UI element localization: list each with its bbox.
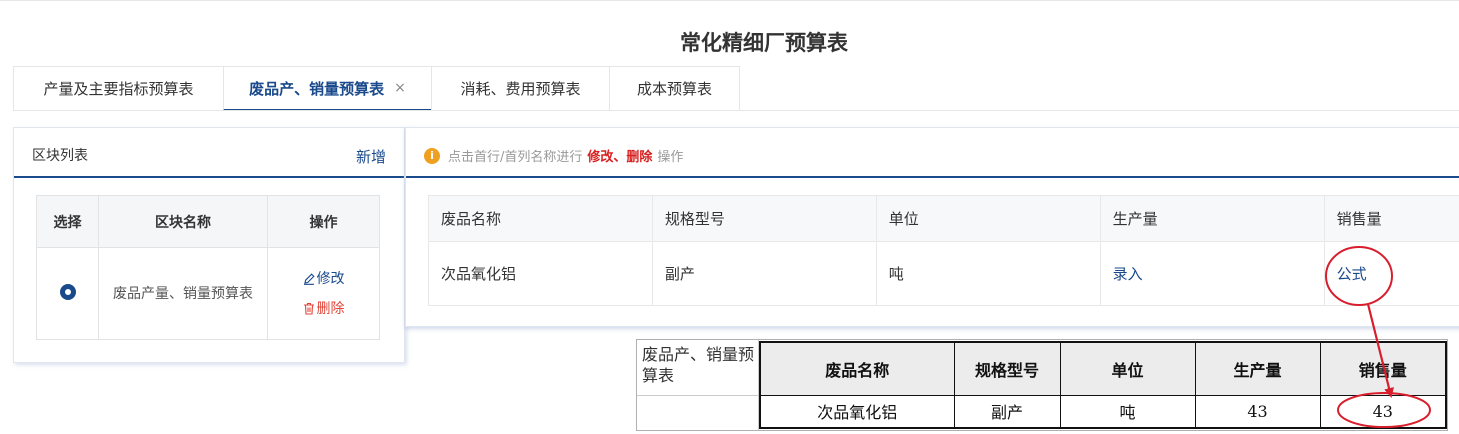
waste-name-cell[interactable]: 次品氧化铝 bbox=[428, 241, 653, 306]
excel-header-waste-name: 废品名称 bbox=[759, 341, 955, 396]
column-header-select: 选择 bbox=[36, 195, 99, 248]
table-row: 次品氧化铝 副产 吨 43 43 bbox=[759, 394, 1447, 429]
row-radio-selected[interactable] bbox=[59, 283, 76, 300]
spec-cell: 副产 bbox=[651, 241, 877, 306]
delete-button[interactable]: 删除 bbox=[268, 294, 379, 324]
column-header-block-name: 区块名称 bbox=[98, 195, 268, 248]
tabs-divider bbox=[13, 110, 1459, 111]
add-block-button[interactable]: 新增 bbox=[356, 146, 386, 167]
block-list-table: 选择 区块名称 操作 废品产量、销量预算表 修改 删除 bbox=[36, 195, 380, 340]
tab-production-indicators[interactable]: 产量及主要指标预算表 bbox=[13, 66, 223, 111]
unit-cell: 吨 bbox=[875, 241, 1101, 306]
excel-preview-table: 废品名称 规格型号 单位 生产量 销售量 次品氧化铝 副产 吨 43 43 bbox=[759, 341, 1447, 429]
block-list-panel: 区块列表 新增 选择 区块名称 操作 废品产量、销量预算表 修改 删除 bbox=[13, 127, 405, 363]
page-title: 常化精细厂预算表 bbox=[680, 31, 848, 55]
excel-spec-cell: 副产 bbox=[953, 394, 1061, 429]
close-icon[interactable]: × bbox=[394, 80, 406, 96]
production-input-link[interactable]: 录入 bbox=[1113, 265, 1143, 283]
excel-preview-label: 废品产、销量预算表 bbox=[642, 345, 755, 385]
column-header-sales[interactable]: 销售量 bbox=[1323, 195, 1459, 242]
excel-sales-cell: 43 bbox=[1319, 394, 1447, 429]
sales-formula-link[interactable]: 公式 bbox=[1337, 265, 1367, 283]
excel-header-production: 生产量 bbox=[1194, 341, 1321, 396]
table-header-row: 废品名称 规格型号 单位 生产量 销售量 bbox=[428, 195, 1459, 242]
edit-button[interactable]: 修改 bbox=[268, 264, 379, 294]
excel-header-sales: 销售量 bbox=[1319, 341, 1447, 396]
tab-bar: 产量及主要指标预算表 废品产、销量预算表 × 消耗、费用预算表 成本预算表 bbox=[13, 66, 740, 111]
title-bar: 常化精细厂预算表 bbox=[0, 0, 1459, 66]
column-header-production[interactable]: 生产量 bbox=[1099, 195, 1325, 242]
table-row: 次品氧化铝 副产 吨 录入 公式 bbox=[428, 241, 1459, 306]
trash-icon bbox=[303, 302, 314, 315]
actions-cell: 修改 删除 bbox=[267, 247, 380, 340]
detail-panel: i 点击首行/首列名称进行 修改、删除 操作 废品名称 规格型号 单位 生产量 … bbox=[405, 127, 1459, 327]
excel-production-cell: 43 bbox=[1194, 394, 1321, 429]
tab-waste-budget[interactable]: 废品产、销量预算表 × bbox=[223, 66, 431, 111]
excel-header-unit: 单位 bbox=[1059, 341, 1196, 396]
select-cell bbox=[36, 247, 99, 340]
tab-cost-budget[interactable]: 成本预算表 bbox=[609, 66, 740, 111]
info-icon: i bbox=[424, 147, 440, 164]
column-header-waste-name[interactable]: 废品名称 bbox=[428, 195, 653, 242]
excel-header-spec: 规格型号 bbox=[953, 341, 1061, 396]
production-cell: 录入 bbox=[1099, 241, 1325, 306]
table-row: 废品产量、销量预算表 修改 删除 bbox=[36, 247, 380, 340]
detail-table: 废品名称 规格型号 单位 生产量 销售量 次品氧化铝 副产 吨 录入 公式 bbox=[428, 195, 1459, 306]
hint-text: i 点击首行/首列名称进行 修改、删除 操作 bbox=[424, 146, 683, 165]
sales-cell: 公式 bbox=[1323, 241, 1459, 306]
column-header-unit[interactable]: 单位 bbox=[875, 195, 1101, 242]
column-header-spec[interactable]: 规格型号 bbox=[651, 195, 877, 242]
pencil-icon bbox=[303, 272, 315, 285]
detail-header: i 点击首行/首列名称进行 修改、删除 操作 bbox=[406, 128, 1459, 178]
excel-unit-cell: 吨 bbox=[1059, 394, 1196, 429]
tab-consumption-cost[interactable]: 消耗、费用预算表 bbox=[431, 66, 609, 111]
table-header-row: 选择 区块名称 操作 bbox=[36, 195, 380, 248]
block-list-title: 区块列表 bbox=[32, 148, 88, 164]
excel-waste-name-cell: 次品氧化铝 bbox=[759, 394, 955, 429]
column-header-actions: 操作 bbox=[267, 195, 380, 248]
excel-gridline bbox=[637, 395, 759, 396]
table-header-row: 废品名称 规格型号 单位 生产量 销售量 bbox=[759, 341, 1447, 396]
block-list-header: 区块列表 新增 bbox=[14, 128, 404, 178]
block-name-cell: 废品产量、销量预算表 bbox=[98, 247, 268, 340]
excel-preview: 废品产、销量预算表 废品名称 规格型号 单位 生产量 销售量 次品氧化铝 副产 … bbox=[636, 339, 1448, 431]
